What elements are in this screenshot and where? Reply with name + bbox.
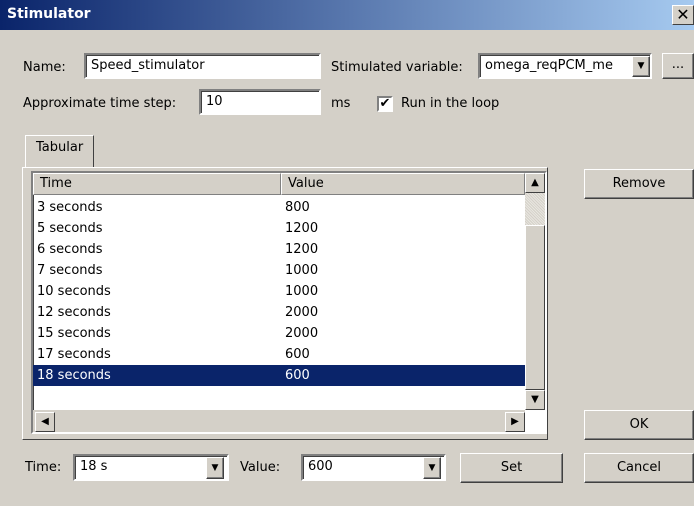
scroll-up-button[interactable]: ▲: [525, 173, 545, 193]
scroll-left-button[interactable]: ◀: [35, 412, 55, 432]
tab-tabular-label: Tabular: [36, 140, 84, 155]
cell-value: 1200: [285, 221, 319, 236]
tab-tabular[interactable]: Tabular: [25, 135, 95, 168]
column-header-time[interactable]: Time: [33, 173, 281, 195]
table-row[interactable]: 6 seconds 1200: [33, 239, 525, 260]
vertical-scroll-thumb[interactable]: [525, 225, 545, 390]
arrow-up-icon: ▲: [531, 177, 539, 188]
browse-button[interactable]: ...: [662, 53, 694, 79]
table-row[interactable]: 7 seconds 1000: [33, 260, 525, 281]
scroll-right-button[interactable]: ▶: [505, 412, 525, 432]
table-row[interactable]: 5 seconds 1200: [33, 218, 525, 239]
chevron-down-icon: ▼: [428, 463, 436, 473]
cell-value: 600: [285, 368, 310, 383]
remove-button[interactable]: Remove: [584, 169, 694, 199]
stimulated-variable-select[interactable]: omega_reqPCM_me: [478, 53, 652, 79]
cell-value: 600: [285, 347, 310, 362]
stimulus-table[interactable]: Time Value 3 seconds 800 5 seconds 1200 6 …: [31, 171, 547, 434]
title-bar: [0, 0, 694, 30]
time-edit-label: Time:: [25, 460, 62, 475]
set-button[interactable]: Set: [460, 453, 563, 483]
ok-button[interactable]: OK: [584, 410, 694, 440]
scroll-down-button[interactable]: ▼: [525, 390, 545, 410]
run-in-loop-checkbox[interactable]: ✔: [377, 96, 393, 112]
close-icon: ✕: [676, 5, 690, 24]
cell-time: 10 seconds: [37, 284, 111, 299]
stimulated-variable-dropdown-button[interactable]: ▼: [632, 56, 650, 77]
cell-value: 2000: [285, 326, 319, 341]
cell-time: 12 seconds: [37, 305, 111, 320]
value-edit-dropdown-button[interactable]: ▼: [423, 457, 441, 479]
column-header-value[interactable]: Value: [281, 173, 525, 195]
cell-time: 17 seconds: [37, 347, 111, 362]
time-edit-dropdown-button[interactable]: ▼: [206, 457, 224, 479]
table-body: 3 seconds 800 5 seconds 1200 6 seconds 1200…: [33, 197, 525, 402]
check-icon: ✔: [379, 96, 391, 111]
arrow-right-icon: ▶: [511, 416, 519, 427]
chevron-down-icon: ▼: [637, 61, 645, 71]
cell-time: 18 seconds: [37, 368, 111, 383]
run-in-loop-label: Run in the loop: [401, 96, 500, 111]
cell-value: 2000: [285, 305, 319, 320]
cancel-button[interactable]: Cancel: [584, 453, 694, 483]
cell-time: 5 seconds: [37, 221, 103, 236]
arrow-left-icon: ◀: [41, 416, 49, 427]
time-step-label: Approximate time step:: [23, 96, 177, 111]
cell-time: 6 seconds: [37, 242, 103, 257]
cell-value: 800: [285, 200, 310, 215]
chevron-down-icon: ▼: [211, 463, 219, 473]
table-row[interactable]: 15 seconds 2000: [33, 323, 525, 344]
name-input[interactable]: Speed_stimulator: [84, 53, 321, 79]
time-step-unit: ms: [331, 96, 351, 111]
time-step-input[interactable]: 10: [199, 89, 321, 115]
name-label: Name:: [23, 60, 66, 75]
cell-value: 1000: [285, 284, 319, 299]
table-row[interactable]: 3 seconds 800: [33, 197, 525, 218]
stimulated-variable-label: Stimulated variable:: [331, 60, 463, 75]
cell-time: 7 seconds: [37, 263, 103, 278]
arrow-down-icon: ▼: [531, 394, 539, 405]
cell-value: 1200: [285, 242, 319, 257]
table-row-selected[interactable]: 18 seconds 600: [33, 365, 525, 386]
cell-time: 15 seconds: [37, 326, 111, 341]
table-row[interactable]: 12 seconds 2000: [33, 302, 525, 323]
window-title: Stimulator: [7, 6, 91, 22]
horizontal-scrollbar[interactable]: [33, 410, 525, 432]
cell-value: 1000: [285, 263, 319, 278]
value-edit-label: Value:: [240, 460, 281, 475]
table-row[interactable]: 17 seconds 600: [33, 344, 525, 365]
close-button[interactable]: ✕: [672, 5, 694, 25]
cell-time: 3 seconds: [37, 200, 103, 215]
table-row[interactable]: 10 seconds 1000: [33, 281, 525, 302]
